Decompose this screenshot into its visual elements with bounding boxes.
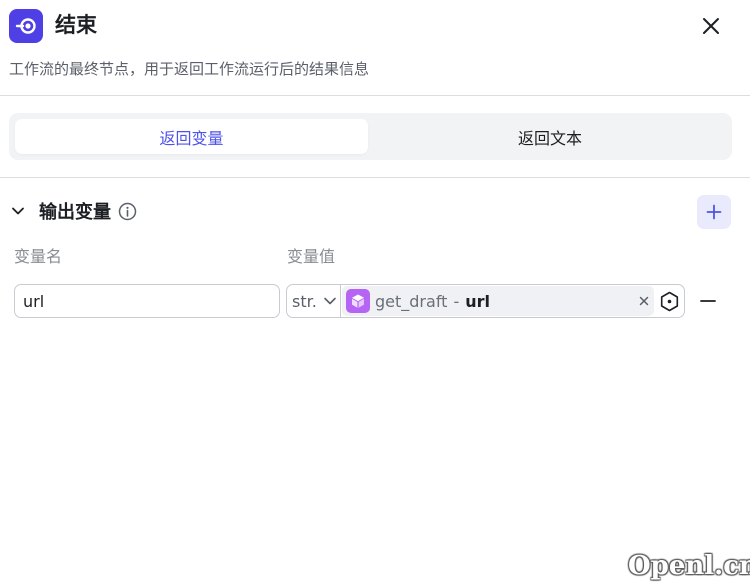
variable-name-input[interactable]	[14, 284, 280, 318]
watermark-logo: Openl.cn	[628, 551, 750, 581]
column-header-value: 变量值	[287, 247, 336, 266]
section-title: 输出变量	[39, 202, 111, 223]
close-icon	[703, 18, 719, 34]
code-node-cube-icon	[346, 289, 370, 313]
tab-return-variables[interactable]: 返回变量	[15, 119, 368, 154]
variable-reference-chip[interactable]: get_draft - url	[342, 286, 654, 316]
info-icon[interactable]	[117, 201, 137, 221]
output-section-header: 输出变量	[9, 196, 137, 226]
tab-return-text[interactable]: 返回文本	[374, 119, 726, 154]
clear-icon	[639, 296, 649, 306]
node-title: 结束	[55, 13, 97, 37]
plus-icon	[706, 204, 722, 220]
reference-node-name: get_draft	[375, 291, 448, 311]
variable-type-select[interactable]: str.	[287, 285, 341, 317]
variable-value-field: str. get_draft - url	[286, 284, 685, 318]
close-button[interactable]	[696, 11, 726, 41]
panel-header: 结束 工作流的最终节点，用于返回工作流运行后的结果信息	[0, 0, 750, 96]
hexagon-variable-icon	[660, 291, 678, 311]
column-header-name: 变量名	[14, 247, 63, 266]
node-description: 工作流的最终节点，用于返回工作流运行后的结果信息	[9, 60, 370, 78]
end-node-icon	[9, 9, 43, 43]
variable-type-label: str.	[292, 291, 317, 311]
section-divider	[0, 177, 750, 178]
minus-icon	[700, 300, 716, 302]
reference-separator: -	[453, 291, 460, 311]
clear-reference-button[interactable]	[636, 293, 652, 309]
remove-variable-button[interactable]	[697, 290, 719, 312]
return-mode-tabs: 返回变量 返回文本	[9, 113, 732, 160]
reference-variable-name: url	[465, 291, 490, 311]
add-variable-button[interactable]	[697, 195, 731, 229]
variable-picker-button[interactable]	[658, 290, 680, 312]
chevron-down-icon	[323, 294, 337, 308]
collapse-chevron-icon[interactable]	[9, 202, 27, 220]
